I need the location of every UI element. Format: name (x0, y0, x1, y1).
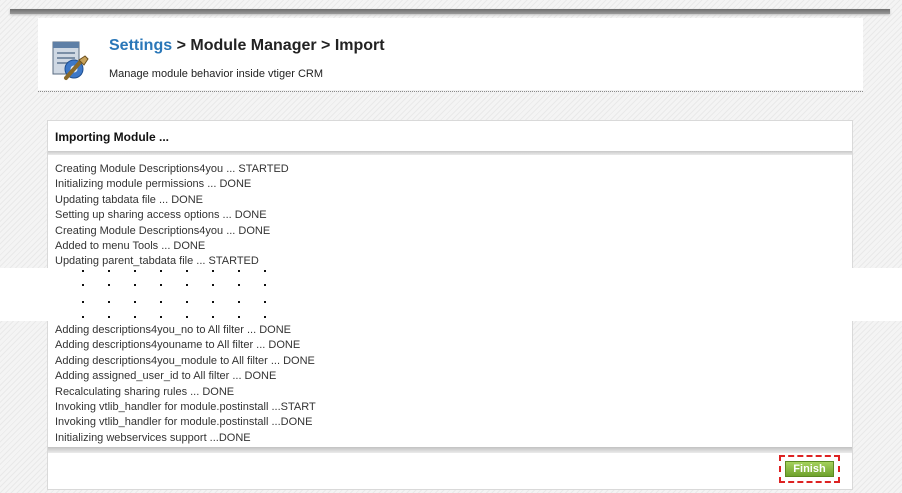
header-divider (38, 91, 863, 92)
log-line: Adding descriptions4you_module to All fi… (55, 354, 315, 367)
ellipsis-dot (134, 284, 136, 286)
ellipsis-dot (108, 284, 110, 286)
ellipsis-dot (82, 270, 84, 272)
breadcrumb: Settings > Module Manager > Import (109, 37, 385, 55)
ellipsis-dot (134, 301, 136, 303)
breadcrumb-settings-link[interactable]: Settings (109, 37, 172, 54)
log-line: Adding descriptions4you_no to All filter… (55, 324, 292, 336)
ellipsis-dot (186, 316, 188, 318)
ellipsis-dot (186, 270, 188, 272)
ellipsis-dot (264, 270, 266, 272)
ellipsis-dot (82, 301, 84, 303)
ellipsis-dot (212, 284, 214, 286)
ellipsis-dot (264, 301, 266, 303)
log-line: Updating tabdata file ... DONE (55, 193, 203, 206)
log-line: Setting up sharing access options ... DO… (55, 209, 267, 222)
top-window-bar (10, 9, 890, 14)
log-line: Creating Module Descriptions4you ... STA… (55, 163, 289, 175)
ellipsis-dot (108, 270, 110, 272)
panel-title: Importing Module ... (55, 130, 169, 144)
ellipsis-dot (82, 284, 84, 286)
ellipsis-dot (212, 301, 214, 303)
ellipsis-dot (160, 284, 162, 286)
ellipsis-dot (108, 301, 110, 303)
ellipsis-dot (264, 316, 266, 318)
log-line: Initializing webservices support ...DONE (55, 431, 251, 444)
log-line: Invoking vtlib_handler for module.postin… (55, 401, 316, 414)
import-log-bottom: Adding descriptions4you_no to All filter… (55, 323, 316, 446)
ellipsis-dot (212, 270, 214, 272)
omitted-log-ellipsis (0, 268, 902, 321)
log-line: Recalculating sharing rules ... DONE (55, 385, 235, 398)
panel-footer-divider (48, 447, 852, 453)
panel-title-divider (48, 151, 852, 155)
ellipsis-dot (108, 316, 110, 318)
ellipsis-dot (238, 270, 240, 272)
ellipsis-dot (82, 316, 84, 318)
ellipsis-dot (212, 316, 214, 318)
finish-button[interactable]: Finish (785, 461, 834, 477)
ellipsis-dot (134, 316, 136, 318)
ellipsis-dot (134, 270, 136, 272)
ellipsis-dot (186, 284, 188, 286)
log-line: Initializing module permissions ... DONE (55, 178, 252, 191)
log-line: Added to menu Tools ... DONE (55, 240, 206, 253)
ellipsis-dot (238, 316, 240, 318)
ellipsis-dot (238, 284, 240, 286)
breadcrumb-module-manager: Module Manager (190, 37, 317, 54)
log-line: Creating Module Descriptions4you ... DON… (55, 224, 271, 237)
log-line: Adding assigned_user_id to All filter ..… (55, 370, 277, 383)
breadcrumb-separator: > (316, 37, 335, 54)
import-log-top: Creating Module Descriptions4you ... STA… (55, 162, 289, 270)
ellipsis-dot (160, 316, 162, 318)
ellipsis-dot (160, 301, 162, 303)
log-line: Invoking vtlib_handler for module.postin… (55, 416, 313, 429)
ellipsis-dot (264, 284, 266, 286)
ellipsis-dot (160, 270, 162, 272)
page-subtitle: Manage module behavior inside vtiger CRM (109, 68, 323, 80)
ellipsis-dot (238, 301, 240, 303)
ellipsis-dot (186, 301, 188, 303)
settings-tools-icon (52, 41, 89, 80)
breadcrumb-current: Import (334, 37, 385, 54)
log-line: Adding descriptions4youname to All filte… (55, 339, 301, 352)
breadcrumb-separator: > (172, 37, 191, 54)
